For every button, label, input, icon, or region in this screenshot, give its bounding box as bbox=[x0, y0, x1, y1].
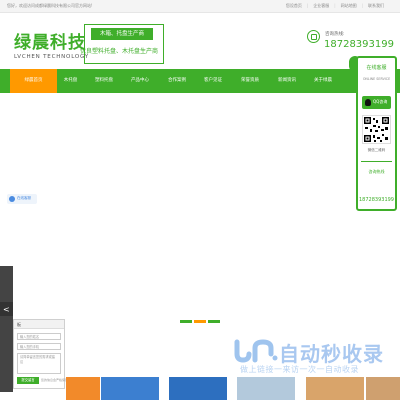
slogan-top-label: 木箱、托盘生产商 bbox=[91, 28, 153, 40]
form-footnote: 您的信息会严格保密 bbox=[41, 378, 69, 382]
cs-hotline-label: 咨询热线 bbox=[368, 169, 385, 174]
cs-title: 在线客服 bbox=[366, 65, 387, 71]
phone-input[interactable]: 输入您的手机 bbox=[17, 343, 61, 350]
nav-item-testimonials[interactable]: 客户见证 bbox=[199, 69, 227, 93]
hotline-number: 18728393199 bbox=[324, 39, 394, 50]
qr-code-icon bbox=[364, 117, 389, 142]
hotline-label: 咨询热线: bbox=[325, 32, 345, 37]
banner-dot[interactable] bbox=[180, 320, 192, 323]
customer-service-widget: 在线客服 ONLINE SERVICE QQ咨询 微信二维码 咨询热线 1872… bbox=[356, 56, 397, 211]
banner-area bbox=[0, 93, 400, 333]
message-form: 板 输入您的姓名 输入您的手机 请简单留言您的需求或建议 提交留言 您的信息会严… bbox=[13, 319, 69, 389]
watermark: 自动秒收录 做上链接一来访一次一自动收录 bbox=[231, 336, 386, 381]
top-bar: 您好，欢迎访问成都绿晨科技有限公司官方网站! 您设首页 | 企业客服 | 网站地… bbox=[0, 0, 400, 13]
top-link-contact[interactable]: 联系我们 bbox=[368, 3, 384, 9]
product-thumbnail[interactable] bbox=[169, 377, 227, 400]
top-link-home[interactable]: 您设首页 bbox=[286, 3, 302, 9]
message-textarea[interactable]: 请简单留言您的需求或建议 bbox=[17, 353, 61, 374]
cs-subtitle: ONLINE SERVICE bbox=[362, 77, 391, 81]
site-logo[interactable]: 绿晨科技 LVCHEN TECHNOLOGY bbox=[14, 28, 89, 60]
nav-item-wood-pallet[interactable]: 木托盘 bbox=[57, 69, 84, 93]
qr-label: 微信二维码 bbox=[367, 148, 386, 152]
main-nav: 绿晨首页 木托盘 塑料托盘 产品中心 合作案例 客户见证 荣誉资质 新闻资讯 关… bbox=[0, 69, 400, 93]
watermark-subtitle: 做上链接一来访一次一自动收录 bbox=[240, 365, 359, 374]
banner-pagination bbox=[180, 320, 220, 323]
top-link-sitemap[interactable]: 网站地图 bbox=[341, 3, 357, 9]
nav-item-cases[interactable]: 合作案例 bbox=[163, 69, 191, 93]
qq-consult-button[interactable]: QQ咨询 bbox=[362, 96, 391, 109]
phone-icon bbox=[307, 30, 320, 43]
nav-item-home[interactable]: 绿晨首页 bbox=[10, 69, 57, 93]
nav-item-about[interactable]: 关于绿晨 bbox=[309, 69, 337, 93]
slogan-bottom-label: 优良塑料托盘、木托盘生产商 bbox=[80, 48, 159, 55]
top-links: 您设首页 | 企业客服 | 网站地图 | 联系我们 bbox=[286, 3, 384, 9]
slogan-frame: 木箱、托盘生产商 bbox=[84, 24, 164, 64]
online-service-label: 在线客服 bbox=[17, 196, 31, 200]
top-link-service[interactable]: 企业客服 bbox=[313, 3, 329, 9]
welcome-text: 您好，欢迎访问成都绿晨科技有限公司官方网站! bbox=[7, 3, 93, 8]
watermark-logo-icon bbox=[234, 339, 278, 363]
share-icon: < bbox=[3, 305, 10, 314]
chat-icon bbox=[9, 196, 15, 202]
logo-english-name: LVCHEN TECHNOLOGY bbox=[14, 54, 89, 60]
name-input[interactable]: 输入您的姓名 bbox=[17, 333, 61, 340]
banner-dot[interactable] bbox=[208, 320, 220, 323]
qq-penguin-icon bbox=[365, 99, 371, 106]
wechat-qr-code bbox=[362, 115, 391, 144]
banner-dot[interactable] bbox=[194, 320, 206, 323]
divider: | bbox=[334, 3, 336, 8]
divider: | bbox=[306, 3, 309, 8]
online-service-button[interactable]: 在线客服 bbox=[7, 194, 37, 204]
submit-button[interactable]: 提交留言 bbox=[17, 377, 39, 384]
logo-chinese-name: 绿晨科技 bbox=[14, 33, 86, 53]
product-thumbnail[interactable] bbox=[66, 377, 100, 400]
qq-label: QQ咨询 bbox=[373, 99, 388, 104]
nav-item-news[interactable]: 新闻资讯 bbox=[273, 69, 301, 93]
divider: | bbox=[361, 3, 363, 8]
cs-hotline-number: 18728393199 bbox=[359, 197, 394, 203]
nav-item-plastic-pallet[interactable]: 塑料托盘 bbox=[90, 69, 118, 93]
watermark-title: 自动秒收录 bbox=[279, 342, 384, 366]
nav-item-honors[interactable]: 荣誉资质 bbox=[236, 69, 264, 93]
divider bbox=[361, 161, 392, 162]
form-title: 板 bbox=[14, 320, 64, 329]
nav-item-products[interactable]: 产品中心 bbox=[126, 69, 154, 93]
product-thumbnail[interactable] bbox=[101, 377, 159, 400]
share-strip: < bbox=[0, 266, 13, 392]
